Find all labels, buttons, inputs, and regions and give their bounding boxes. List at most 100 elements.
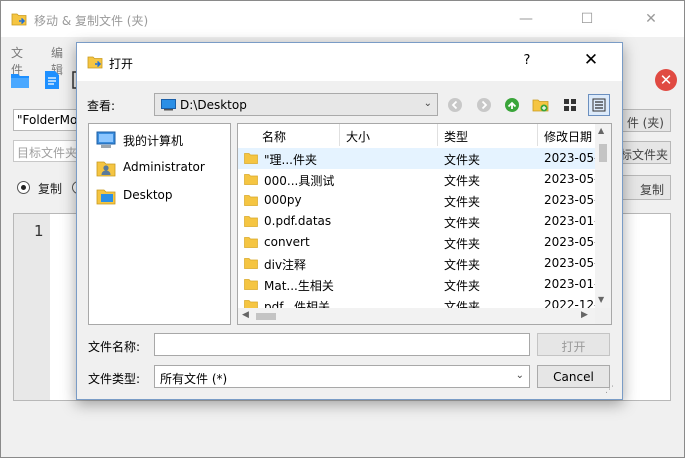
file-row[interactable]: div注释 文件夹 2023-05- [238,253,595,274]
file-list: ^ 名称 大小 类型 修改日期 "理...件夹 文件夹 2023-05- 000… [237,123,612,325]
file-name: "理...件夹 [264,153,317,167]
file-row[interactable]: 000...具测试 文件夹 2023-05- [238,169,595,190]
filename-input[interactable] [154,333,530,356]
resize-grip-icon[interactable]: ⋰ [605,385,614,395]
places-sidebar: 我的计算机 Administrator Desktop [88,123,231,325]
computer-icon [96,131,116,148]
file-date: 2023-05- [544,256,595,270]
file-name: 000py [264,193,302,207]
column-size-header[interactable]: 大小 [340,124,438,146]
horizontal-scrollbar[interactable]: ◀ ▶ [238,308,611,324]
file-name: 0.pdf.datas [264,214,332,228]
file-date: 2023-01- [544,277,595,291]
folder-icon [244,237,258,248]
dialog-app-icon [87,56,103,69]
parent-folder-button[interactable] [501,94,523,116]
scroll-up-icon[interactable]: ▲ [598,126,604,135]
file-date: 2023-05- [544,235,595,249]
file-row[interactable]: Mat...生相关 文件夹 2023-01- [238,274,595,295]
line-number: 1 [34,222,44,240]
chevron-down-icon: ⌄ [423,98,432,109]
column-date-header[interactable]: 修改日期 [538,124,596,146]
file-name: Mat...生相关 [264,279,334,293]
up-arrow-icon [505,98,519,112]
file-name: convert [264,235,310,249]
folder-icon [244,279,258,290]
scroll-left-icon[interactable]: ◀ [242,310,249,320]
place-label: 我的计算机 [123,134,184,148]
place-desktop[interactable]: Desktop [95,184,227,208]
vertical-scroll-thumb[interactable] [599,144,607,162]
file-type: 文件夹 [444,237,481,251]
copy-radio[interactable] [17,181,30,194]
folder-icon [244,153,258,164]
column-name-header[interactable]: ^ 名称 [258,124,340,146]
list-view-button[interactable] [559,94,581,116]
folder-icon [244,195,258,206]
grid-view-icon [564,99,576,111]
look-in-dropdown[interactable]: D:\Desktop ⌄ [154,93,438,116]
chevron-down-icon: ⌄ [515,370,524,381]
open-file-dialog: 打开 ? ✕ 查看: D:\Desktop ⌄ 我的计算机 Administra… [76,42,623,400]
file-row[interactable]: convert 文件夹 2023-05- [238,232,595,253]
file-row[interactable]: 0.pdf.datas 文件夹 2023-01- [238,211,595,232]
maximize-button[interactable]: ☐ [564,1,610,37]
scroll-corner [595,308,611,324]
dialog-title: 打开 [109,57,134,71]
look-in-value: D:\Desktop [180,98,247,112]
sort-up-icon: ^ [307,124,315,130]
select-dest-button[interactable]: 标文件夹 [619,141,671,164]
main-window-title: 移动 & 复制文件 (夹) [34,14,149,28]
filename-label: 文件名称: [88,340,141,354]
scroll-right-icon[interactable]: ▶ [581,310,588,320]
column-label: 修改日期 [544,130,593,144]
file-type: 文件夹 [444,279,481,293]
file-row[interactable]: "理...件夹 文件夹 2023-05- [238,148,595,169]
cancel-button[interactable]: Cancel [537,365,610,388]
minimize-button[interactable]: — [503,1,549,37]
forward-button[interactable] [473,94,495,116]
column-type-header[interactable]: 类型 [438,124,538,146]
column-label: 名称 [262,130,287,144]
filetype-value: 所有文件 (*) [160,372,228,386]
open-button[interactable]: 打开 [537,333,610,356]
folder-icon [244,174,258,185]
document-icon[interactable] [41,69,63,91]
horizontal-scroll-thumb[interactable] [256,313,276,320]
detail-view-button[interactable] [588,94,610,116]
copy-radio-label: 复制 [38,182,63,196]
line-gutter: 1 [14,214,50,400]
place-administrator[interactable]: Administrator [95,156,227,180]
back-button[interactable] [444,94,466,116]
open-folder-icon[interactable] [9,69,31,91]
filetype-label: 文件类型: [88,372,141,386]
look-in-label: 查看: [87,99,116,113]
new-folder-button[interactable] [530,94,552,116]
forward-arrow-icon [477,98,491,112]
column-label: 大小 [346,130,371,144]
column-label: 类型 [444,130,469,144]
filetype-dropdown[interactable]: 所有文件 (*) ⌄ [154,365,530,388]
scroll-down-icon[interactable]: ▼ [598,295,604,304]
window-close-button[interactable]: ✕ [628,1,674,37]
folder-icon [244,258,258,269]
help-button[interactable]: ? [507,53,547,73]
file-type: 文件夹 [444,216,481,230]
close-circle-icon[interactable]: ✕ [655,69,677,91]
main-titlebar: 移动 & 复制文件 (夹) — ☐ ✕ [1,1,684,37]
copy-button[interactable]: 复制 [619,175,671,200]
file-row[interactable]: 000py 文件夹 2023-05- [238,190,595,211]
folder-icon [244,216,258,227]
file-type: 文件夹 [444,195,481,209]
user-folder-icon [96,161,116,177]
file-name: div注释 [264,258,307,272]
file-type: 文件夹 [444,174,481,188]
new-folder-icon [532,99,549,112]
file-name: 000...具测试 [264,174,335,188]
vertical-scrollbar[interactable]: ▲ ▼ [595,124,611,308]
file-date: 2023-05- [544,151,595,165]
file-type: 文件夹 [444,153,481,167]
place-my-computer[interactable]: 我的计算机 [95,128,227,152]
dialog-close-button[interactable]: ✕ [568,50,614,74]
select-source-button[interactable]: 件 (夹) [619,109,671,132]
